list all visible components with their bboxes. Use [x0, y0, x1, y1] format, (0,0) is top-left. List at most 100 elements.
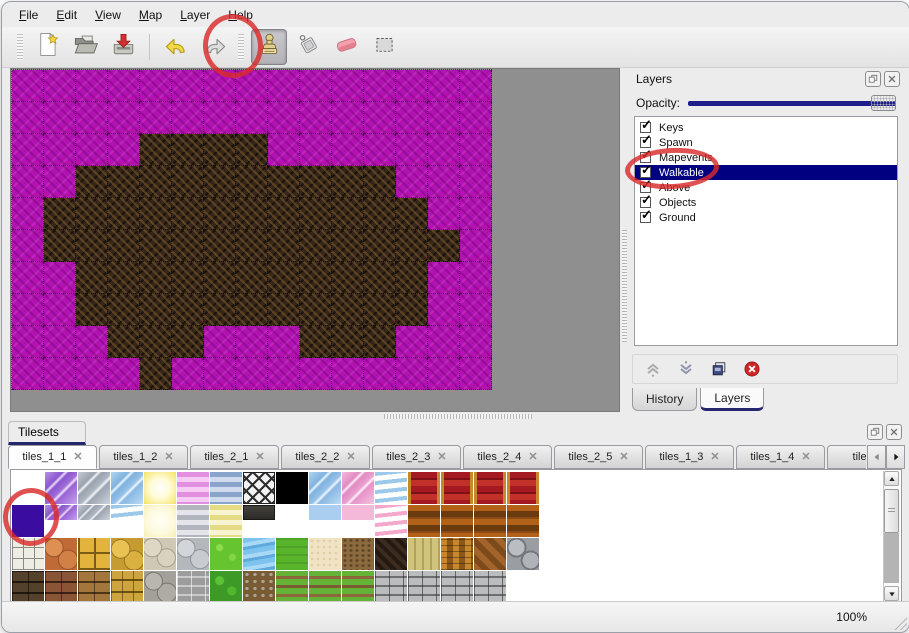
palette-tile-grass-path[interactable] [342, 571, 374, 603]
map-tile-ground[interactable] [76, 326, 108, 358]
map-tile-ground[interactable] [428, 326, 460, 358]
vertical-splitter-handle[interactable] [622, 230, 627, 342]
map-tile-ground[interactable] [268, 70, 300, 102]
palette-scrollbar[interactable] [883, 471, 900, 601]
map-tile-walkable[interactable] [364, 230, 396, 262]
map-tile-ground[interactable] [12, 294, 44, 326]
palette-tile-glass-purple[interactable] [45, 505, 77, 520]
palette-tile-brick-gray[interactable] [177, 571, 209, 603]
palette-tile-solid-pink[interactable] [342, 505, 374, 520]
palette-tile-glass-blue[interactable] [309, 472, 341, 504]
map-tile-walkable[interactable] [140, 230, 172, 262]
layer-row-walkable[interactable]: ✓Walkable [635, 165, 897, 180]
layer-row-mapevents[interactable]: ✓Mapevents [635, 150, 897, 165]
map-tile-walkable[interactable] [108, 262, 140, 294]
map-tile-walkable[interactable] [140, 358, 172, 390]
map-tile-walkable[interactable] [172, 326, 204, 358]
palette-tile-glow-pale[interactable] [144, 505, 176, 537]
map-tile-ground[interactable] [12, 326, 44, 358]
palette-tile-carpet-red[interactable] [507, 472, 539, 504]
close-tab-icon[interactable]: ✕ [801, 452, 810, 463]
map-tile-walkable[interactable] [204, 262, 236, 294]
map-tile-walkable[interactable] [236, 230, 268, 262]
map-tile-ground[interactable] [396, 358, 428, 390]
palette-tile-wavy-blue[interactable] [111, 505, 143, 520]
map-tile-ground[interactable] [140, 102, 172, 134]
map-tile-walkable[interactable] [364, 262, 396, 294]
close-tab-icon[interactable]: ✕ [255, 452, 264, 463]
tileset-tab-tiles_2_5[interactable]: tiles_2_5✕ [554, 445, 643, 469]
map-tile-ground[interactable] [396, 134, 428, 166]
map-tile-walkable[interactable] [140, 166, 172, 198]
palette-tile-dirt[interactable] [342, 538, 374, 570]
palette-tile-stripes-blue[interactable] [210, 472, 242, 504]
layer-row-keys[interactable]: ✓Keys [635, 120, 897, 135]
map-tile-ground[interactable] [44, 134, 76, 166]
palette-tile-glass-gray[interactable] [78, 505, 110, 520]
map-tile-ground[interactable] [236, 70, 268, 102]
tileset-tab-tiles_2_2[interactable]: tiles_2_2✕ [281, 445, 370, 469]
map-tile-ground[interactable] [204, 102, 236, 134]
map-tile-ground[interactable] [268, 358, 300, 390]
palette-tile-water[interactable] [243, 538, 275, 570]
palette-tile-herringbone[interactable] [474, 538, 506, 570]
menu-help[interactable]: Help [219, 5, 262, 25]
map-tile-ground[interactable] [12, 262, 44, 294]
move-layer-up-button[interactable] [641, 357, 665, 381]
map-tile-walkable[interactable] [204, 294, 236, 326]
map-tile-walkable[interactable] [172, 230, 204, 262]
map-tile-ground[interactable] [332, 358, 364, 390]
palette-tile-grass-bright[interactable] [210, 538, 242, 570]
map-tile-ground[interactable] [460, 198, 492, 230]
palette-tile-carpet-red[interactable] [474, 472, 506, 504]
palette-tile-hedge[interactable] [210, 571, 242, 603]
new-map-button[interactable] [30, 30, 64, 64]
close-tab-icon[interactable]: ✕ [437, 452, 446, 463]
map-tile-ground[interactable] [332, 134, 364, 166]
tileset-tab-tiles_1_4[interactable]: tiles_1_4✕ [736, 445, 825, 469]
palette-tile-pebbles[interactable] [144, 538, 176, 570]
map-tile-ground[interactable] [332, 70, 364, 102]
map-tile-ground[interactable] [140, 70, 172, 102]
map-tile-ground[interactable] [172, 358, 204, 390]
map-tile-walkable[interactable] [268, 262, 300, 294]
palette-tile-carpet-orange[interactable] [507, 505, 539, 537]
palette-tile-planks[interactable] [408, 538, 440, 570]
map-tile-walkable[interactable] [300, 198, 332, 230]
palette-tile-stripes-yellow[interactable] [210, 505, 242, 537]
opacity-slider-handle[interactable] [871, 95, 896, 111]
map-tile-walkable[interactable] [44, 198, 76, 230]
map-tile-ground[interactable] [396, 326, 428, 358]
map-tile-ground[interactable] [76, 70, 108, 102]
close-tab-icon[interactable]: ✕ [619, 452, 628, 463]
map-tile-walkable[interactable] [108, 198, 140, 230]
map-tile-walkable[interactable] [140, 294, 172, 326]
palette-tile-wall-gray[interactable] [375, 571, 407, 603]
opacity-slider-track[interactable] [688, 101, 896, 106]
map-tile-walkable[interactable] [332, 166, 364, 198]
scrollbar-thumb[interactable] [884, 489, 899, 533]
close-tab-icon[interactable]: ✕ [346, 452, 355, 463]
palette-tile-wavy-pink[interactable] [375, 505, 407, 537]
tileset-tab-tiles_1_2[interactable]: tiles_1_2✕ [99, 445, 188, 469]
palette-tile-carpet-orange[interactable] [474, 505, 506, 537]
palette-tile-solid-blue[interactable] [309, 505, 341, 520]
map-tile-ground[interactable] [460, 70, 492, 102]
map-tile-walkable[interactable] [108, 166, 140, 198]
map-tile-ground[interactable] [204, 326, 236, 358]
map-tile-walkable[interactable] [268, 294, 300, 326]
map-tile-ground[interactable] [172, 102, 204, 134]
map-tile-ground[interactable] [332, 102, 364, 134]
layer-row-above[interactable]: ✓Above [635, 180, 897, 195]
menu-map[interactable]: Map [130, 5, 171, 25]
map-tile-ground[interactable] [428, 70, 460, 102]
palette-tile-glass-blue[interactable] [111, 472, 143, 504]
map-tile-walkable[interactable] [44, 230, 76, 262]
map-tile-ground[interactable] [300, 134, 332, 166]
map-tile-ground[interactable] [12, 166, 44, 198]
tab-history[interactable]: History [632, 388, 697, 411]
map-tile-ground[interactable] [44, 294, 76, 326]
map-tile-walkable[interactable] [300, 166, 332, 198]
map-tile-walkable[interactable] [332, 262, 364, 294]
map-tile-ground[interactable] [108, 134, 140, 166]
